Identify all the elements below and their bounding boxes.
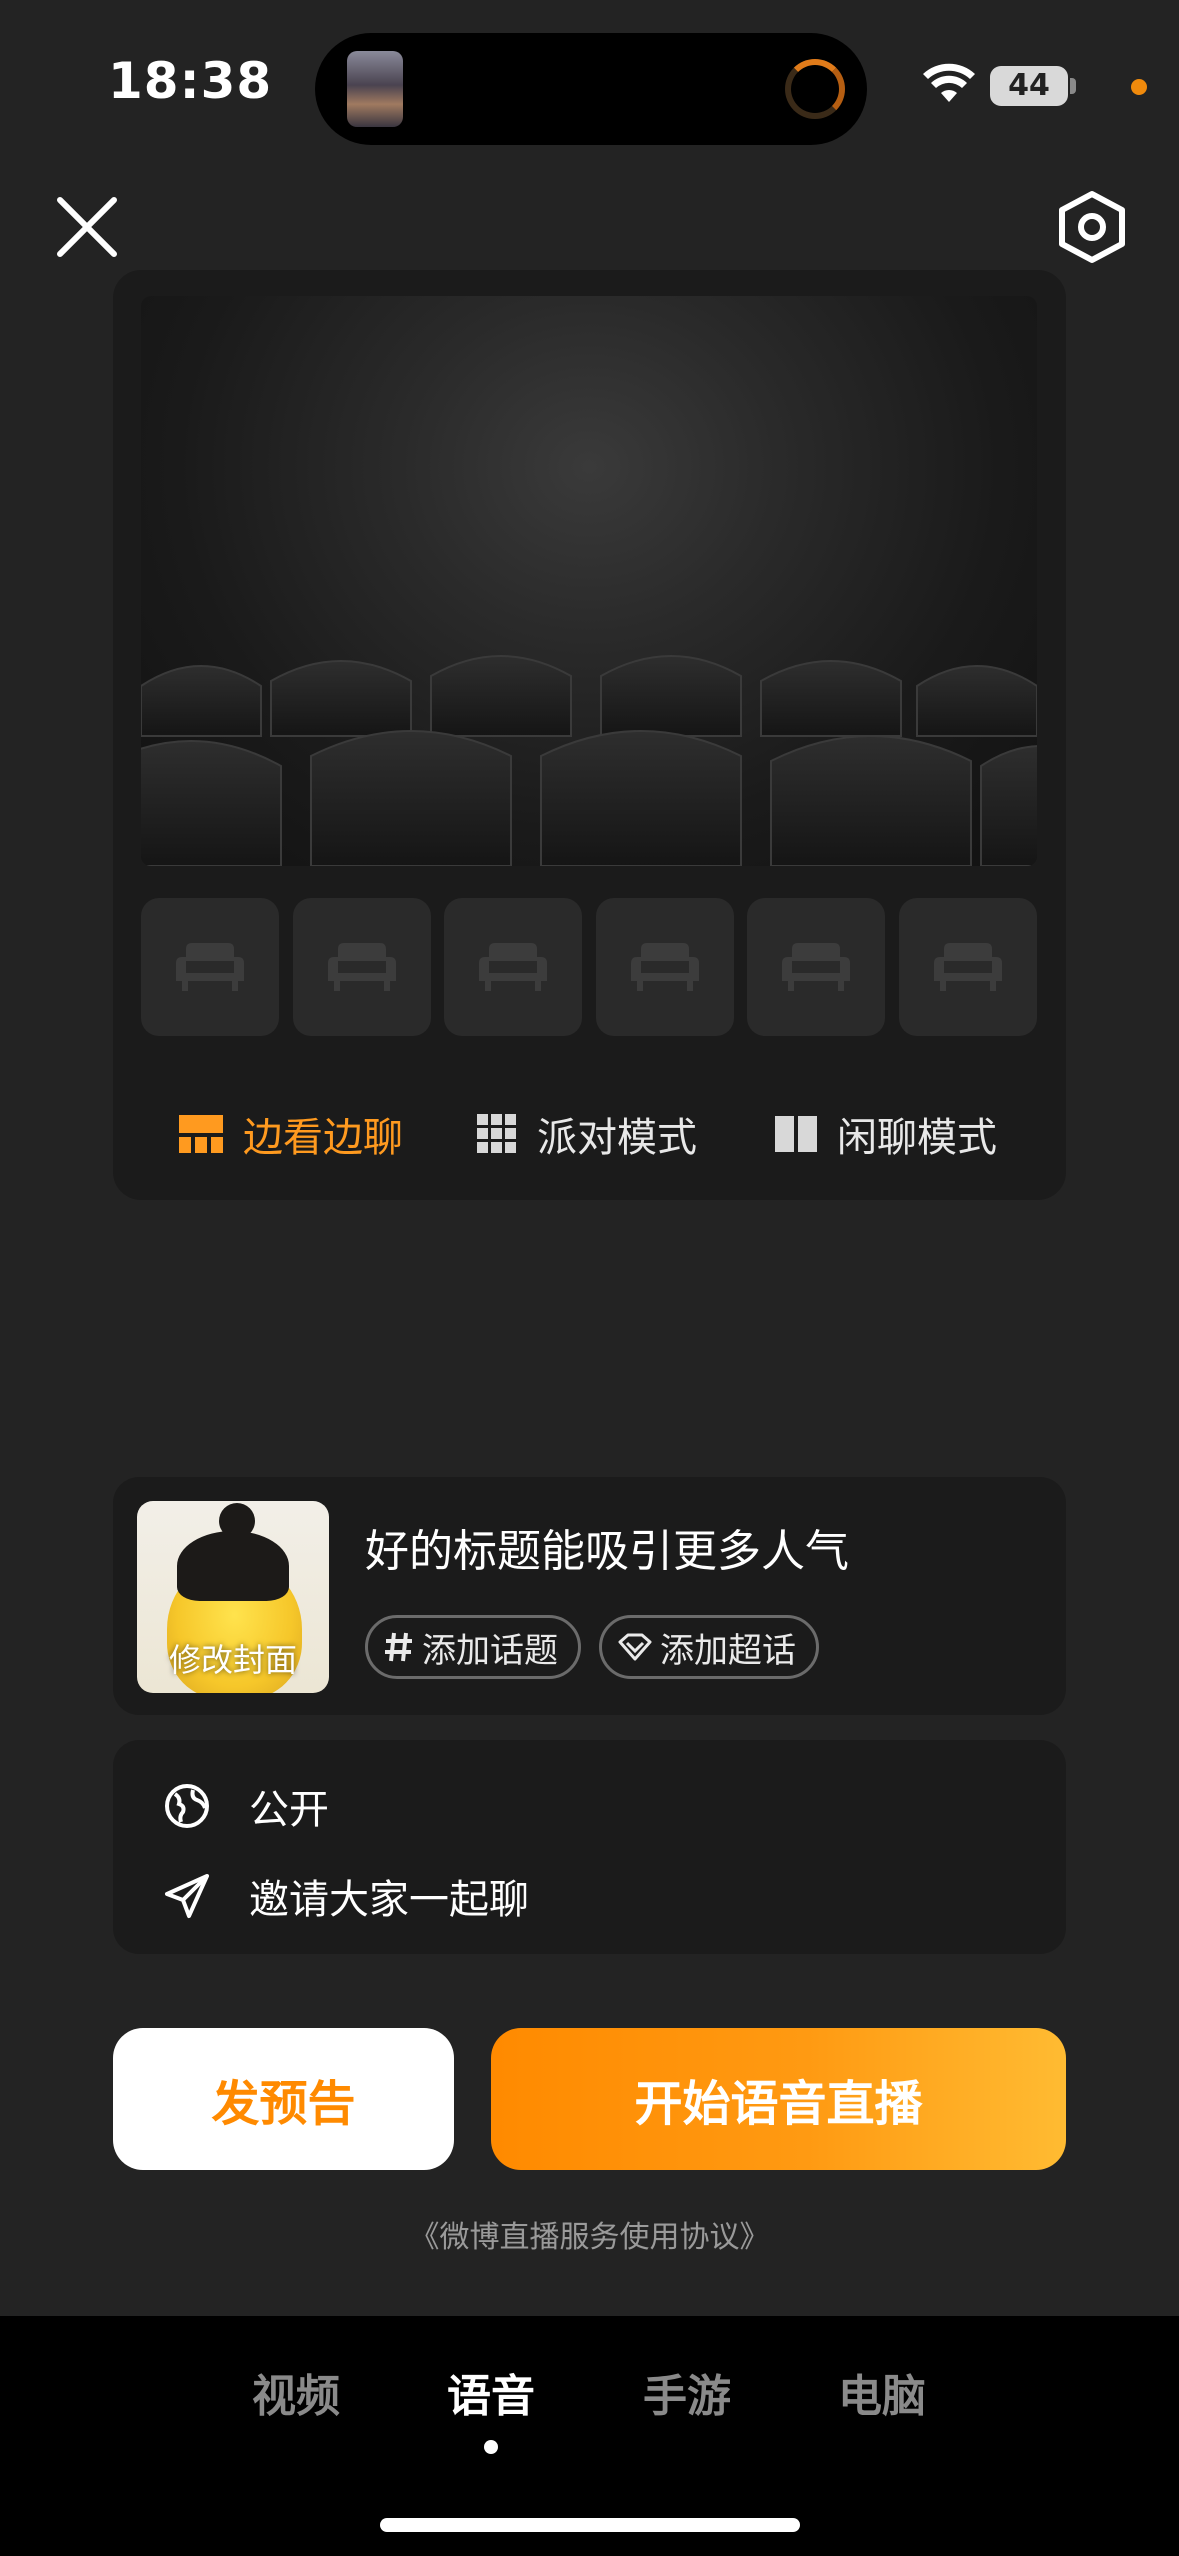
battery-tip [1070, 78, 1076, 94]
armchair-icon [630, 943, 699, 991]
theater-seats-illustration [141, 655, 1037, 866]
title-input[interactable]: 好的标题能吸引更多人气 [365, 1515, 849, 1579]
visibility-public-row[interactable]: 公开 [163, 1776, 329, 1836]
diamond-icon [618, 1633, 652, 1661]
add-topic-button[interactable]: 添加话题 [365, 1615, 581, 1679]
globe-icon [165, 1784, 209, 1828]
start-voice-live-button[interactable]: 开始语音直播 [491, 2028, 1066, 2170]
armchair-icon [176, 943, 244, 991]
add-super-topic-label: 添加超话 [660, 1630, 796, 1671]
theater-preview [141, 296, 1037, 866]
visibility-public-label: 公开 [249, 1787, 329, 1833]
mode-watch-chat-label: 边看边聊 [243, 1115, 403, 1161]
recording-dot [1131, 79, 1147, 95]
seat-slot[interactable] [292, 898, 431, 1036]
tab-voice[interactable]: 语音 [431, 2360, 551, 2424]
tab-video[interactable]: 视频 [236, 2360, 356, 2424]
add-topic-label: 添加话题 [422, 1630, 558, 1671]
mode-party[interactable]: 派对模式 [477, 1104, 697, 1164]
seat-list [141, 898, 1037, 1036]
tab-pc[interactable]: 电脑 [822, 2360, 942, 2424]
cover-chick-hair [177, 1531, 289, 1601]
bottom-tab-bar: 视频 语音 手游 电脑 [0, 2316, 1179, 2556]
progress-ring-icon [785, 59, 845, 119]
mode-selector: 边看边聊 派对模式 闲聊模式 [113, 1090, 1066, 1180]
invite-label: 邀请大家一起聊 [249, 1877, 529, 1923]
mode-party-label: 派对模式 [537, 1115, 697, 1161]
seat-slot[interactable] [141, 898, 279, 1036]
title-card: 修改封面 好的标题能吸引更多人气 添加话题 添加超话 [113, 1477, 1066, 1715]
publish-preview-button[interactable]: 发预告 [113, 2028, 454, 2170]
mode-casual-label: 闲聊模式 [837, 1115, 997, 1161]
hashtag-icon [385, 1632, 412, 1662]
edit-cover-label[interactable]: 修改封面 [137, 1635, 329, 1681]
invite-row[interactable]: 邀请大家一起聊 [163, 1866, 529, 1926]
preview-card: 边看边聊 派对模式 闲聊模式 [113, 270, 1066, 1200]
add-super-topic-button[interactable]: 添加超话 [599, 1615, 819, 1679]
status-time: 18:38 [108, 52, 273, 110]
mode-casual[interactable]: 闲聊模式 [775, 1104, 997, 1164]
armchair-icon [479, 943, 548, 991]
armchair-icon [327, 943, 396, 991]
seat-slot[interactable] [747, 898, 886, 1036]
tab-mobile-game[interactable]: 手游 [627, 2360, 747, 2424]
now-playing-thumbnail [347, 51, 403, 127]
wifi-icon [923, 63, 975, 102]
split-icon [775, 1116, 817, 1152]
dynamic-island[interactable] [315, 33, 867, 145]
service-agreement-link[interactable]: 《微博直播服务使用协议》 [0, 2212, 1179, 2256]
watch-chat-icon [179, 1115, 223, 1153]
cover-image[interactable]: 修改封面 [137, 1501, 329, 1693]
armchair-icon [933, 943, 1002, 991]
close-icon[interactable] [54, 194, 120, 260]
battery-icon: 44 [990, 66, 1068, 106]
armchair-icon [782, 943, 851, 991]
active-tab-indicator [484, 2440, 498, 2454]
live-setup-screen: 18:38 44 边看边聊 派对模式 闲聊模式 修改封面 好的标题能吸引更多人气… [0, 0, 1179, 2556]
grid-icon [477, 1114, 516, 1153]
seat-slot[interactable] [898, 898, 1037, 1036]
visibility-card: 公开 邀请大家一起聊 [113, 1740, 1066, 1954]
seat-slot[interactable] [595, 898, 734, 1036]
settings-icon[interactable] [1056, 190, 1128, 264]
mode-watch-chat[interactable]: 边看边聊 [179, 1104, 403, 1164]
home-indicator[interactable] [380, 2518, 800, 2532]
cover-chick-bun [219, 1503, 255, 1539]
send-icon [165, 1874, 209, 1918]
seat-slot[interactable] [444, 898, 583, 1036]
